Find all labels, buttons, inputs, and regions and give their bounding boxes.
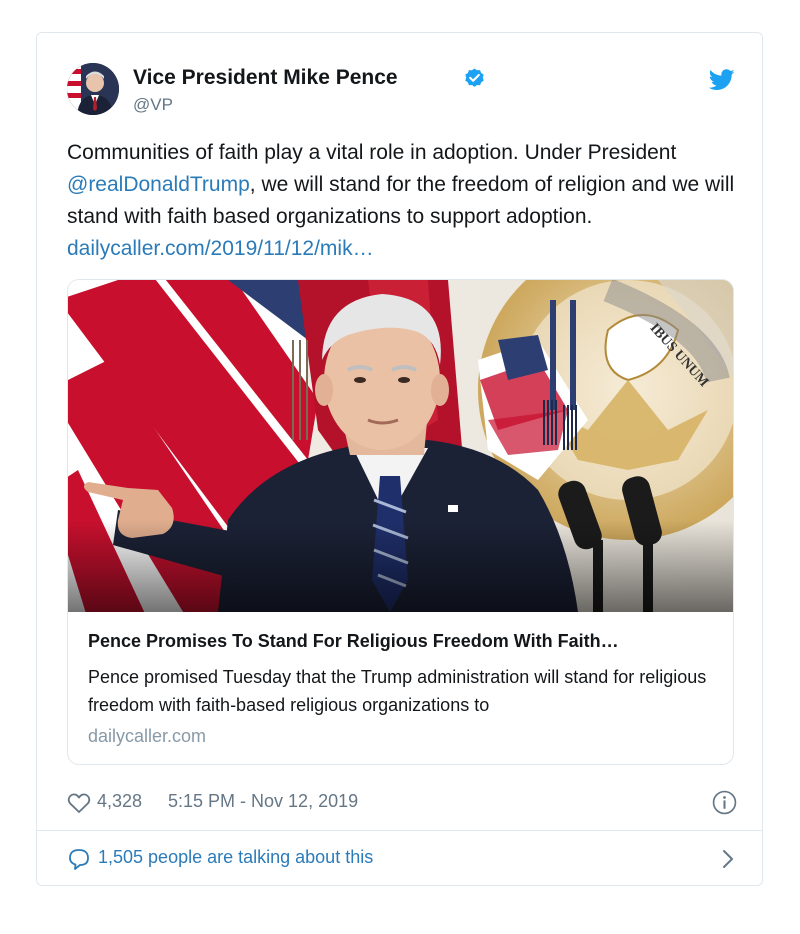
twitter-bird-icon[interactable] (709, 69, 735, 91)
tweet-card[interactable]: Vice President Mike Pence @VP Communitie… (36, 32, 763, 886)
tweet-text-part1: Communities of faith play a vital role i… (67, 141, 677, 164)
tweet-meta: 4,328 5:15 PM - Nov 12, 2019 (67, 789, 737, 817)
link-preview-card[interactable]: IBUS UNUM Pence Promises To Stand For Re… (67, 279, 734, 765)
talking-count-text[interactable]: 1,505 people are talking about this (98, 847, 373, 868)
divider (37, 830, 762, 831)
card-title[interactable]: Pence Promises To Stand For Religious Fr… (88, 631, 718, 652)
card-description: Pence promised Tuesday that the Trump ad… (88, 667, 707, 715)
mention-link[interactable]: @realDonaldTrump (67, 173, 250, 196)
display-name[interactable]: Vice President Mike Pence (133, 66, 398, 90)
chevron-right-icon[interactable] (721, 848, 735, 870)
tweet-text: Communities of faith play a vital role i… (67, 137, 737, 265)
speech-bubble-icon (69, 849, 89, 870)
avatar[interactable] (67, 63, 119, 115)
card-image[interactable]: IBUS UNUM (68, 280, 733, 612)
tweet-header: Vice President Mike Pence @VP (67, 63, 737, 119)
article-link[interactable]: dailycaller.com/2019/11/12/mik… (67, 237, 374, 260)
heart-icon[interactable] (67, 792, 91, 814)
timestamp[interactable]: 5:15 PM - Nov 12, 2019 (168, 791, 358, 812)
card-domain: dailycaller.com (88, 726, 207, 746)
conversation-link[interactable]: 1,505 people are talking about this (67, 845, 737, 873)
info-icon[interactable] (712, 790, 737, 815)
like-count[interactable]: 4,328 (97, 791, 142, 812)
user-handle[interactable]: @VP (133, 95, 173, 115)
verified-badge-icon (465, 68, 484, 87)
